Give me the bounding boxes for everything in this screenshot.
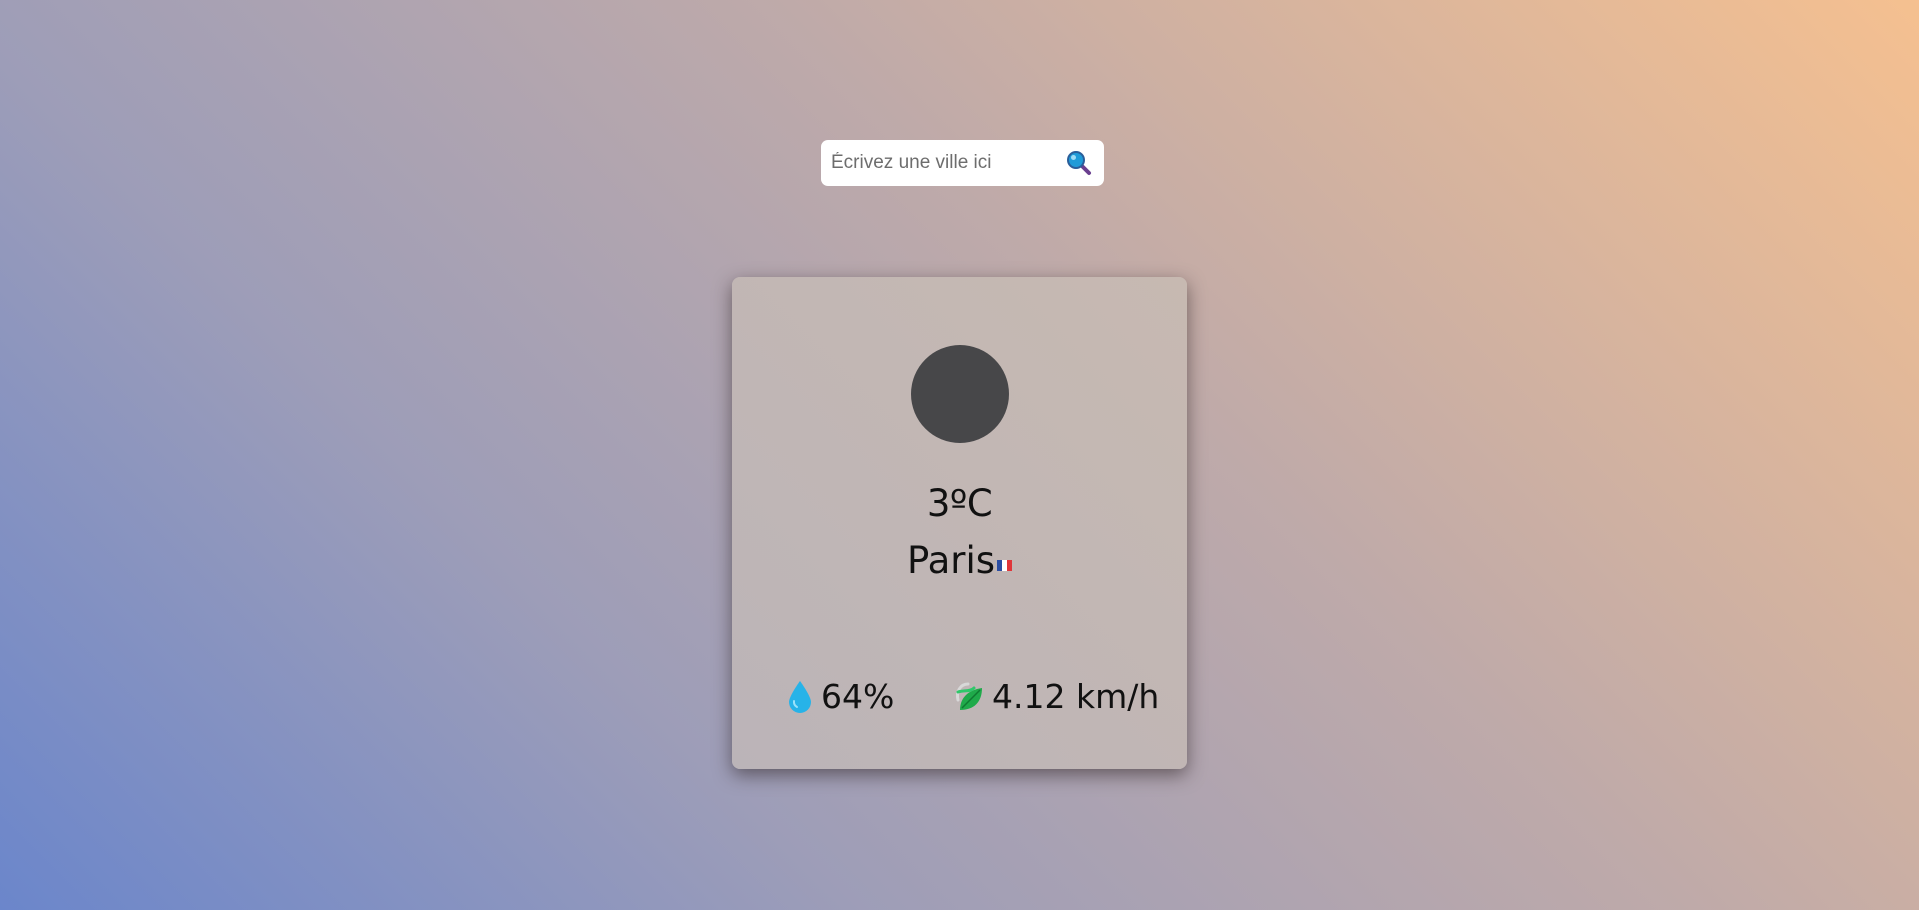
droplet-icon: [789, 680, 811, 713]
humidity-stat: 64%: [787, 677, 894, 716]
search-bar: [821, 140, 1104, 186]
france-flag-icon: [997, 537, 1013, 571]
city-search-input[interactable]: [831, 152, 1064, 174]
city-name: Paris: [906, 539, 996, 582]
search-button[interactable]: [1064, 148, 1094, 178]
leaf-wind-icon: [956, 682, 982, 710]
weather-icon: [911, 345, 1009, 443]
wind-stat: 4.12 km/h: [954, 677, 1159, 716]
wind-value: 4.12 km/h: [992, 677, 1160, 716]
city-row: Paris: [732, 537, 1187, 582]
humidity-value: 64%: [821, 677, 895, 716]
temperature: 3ºC: [926, 482, 993, 525]
weather-card: 3ºC Paris 64% 4.12 km/h: [732, 277, 1187, 769]
magnifier-icon: [1067, 151, 1091, 175]
